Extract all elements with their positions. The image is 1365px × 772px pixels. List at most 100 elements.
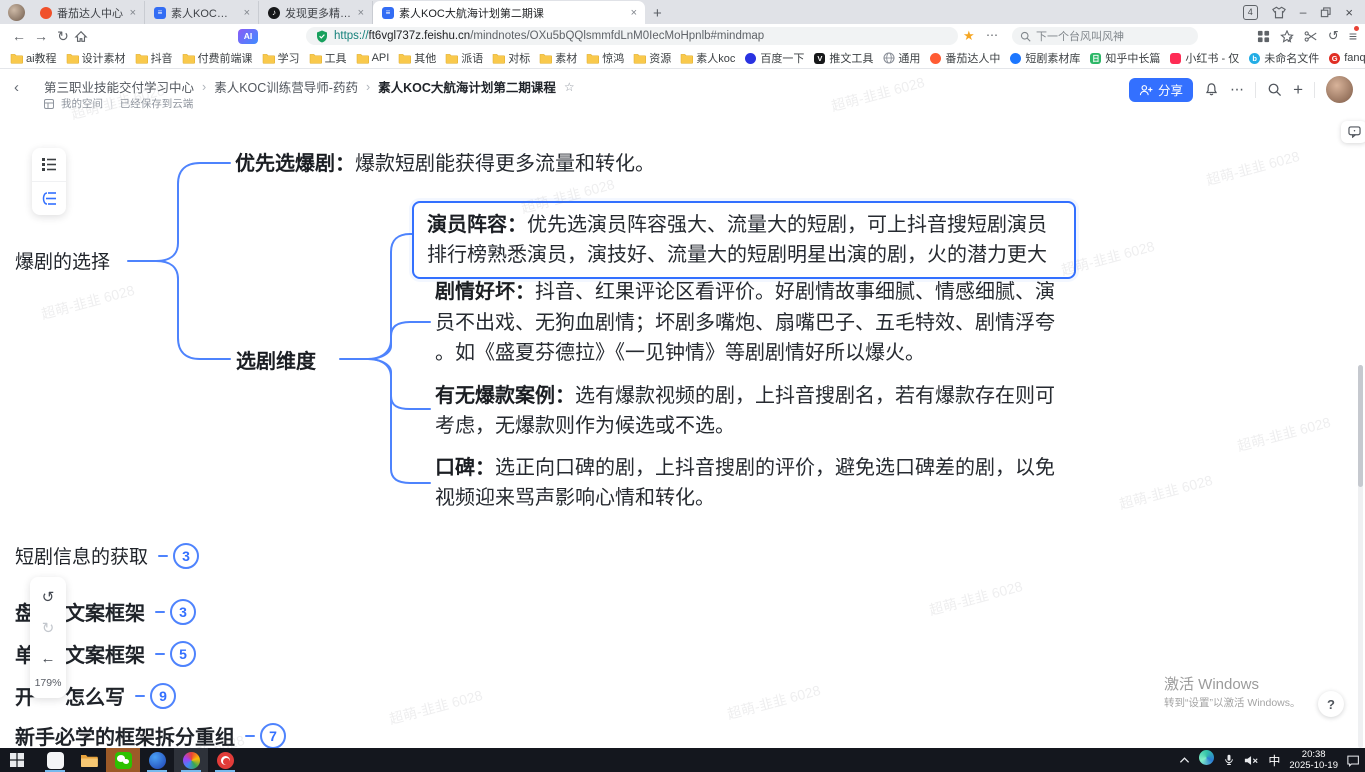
tray-microphone-icon[interactable]: [1223, 753, 1235, 767]
child-count-badge[interactable]: 7: [260, 723, 286, 749]
doc-back-icon[interactable]: ‹: [14, 79, 19, 96]
undo-icon[interactable]: ↺: [30, 581, 66, 612]
browser-tab[interactable]: ♪发现更多精彩视频 - 抖音搜索×: [259, 1, 373, 24]
bookmark-item[interactable]: 小红书 - 仅: [1167, 49, 1241, 67]
browser-profile-avatar[interactable]: [8, 4, 25, 21]
tray-ime-indicator[interactable]: 中: [1268, 752, 1280, 769]
mindmap-branch-node[interactable]: 选剧维度: [236, 345, 316, 374]
mindmap-node-info-source[interactable]: 短剧信息的获取 3: [15, 542, 199, 569]
apps-grid-icon[interactable]: [1257, 30, 1270, 43]
reload-icon[interactable]: ↻: [52, 28, 74, 45]
address-bar[interactable]: https://ft6vgl737z.feishu.cn/mindnotes/O…: [306, 27, 958, 45]
bookmark-item[interactable]: Gfanqie-no: [1326, 51, 1365, 66]
mindmap-node-reputation[interactable]: 口碑：选正向口碑的剧，上抖音搜剧的评价，避免选口碑差的剧，以免视频迎来骂声影响心…: [435, 453, 1065, 513]
child-count-badge[interactable]: 3: [173, 543, 199, 569]
favorites-edit-icon[interactable]: [1280, 30, 1294, 43]
taskbar-app-search[interactable]: [38, 748, 72, 772]
breadcrumb-item[interactable]: 素人KOC训练营导师-药药: [214, 77, 358, 96]
mindmap-node-plot[interactable]: 剧情好坏：抖音、红果评论区看评价。好剧情故事细腻、情感细腻、演员不出戏、无狗血剧…: [435, 277, 1065, 369]
child-count-badge[interactable]: 3: [170, 599, 196, 625]
taskbar-app-wechat[interactable]: [106, 748, 140, 772]
browser-tab[interactable]: ≡素人KOC大航海计划第二期课×: [145, 1, 259, 24]
bookmark-folder[interactable]: 工具: [307, 49, 349, 67]
taskbar-app-explorer[interactable]: [72, 748, 106, 772]
share-button[interactable]: 分享: [1129, 78, 1193, 102]
tray-clock[interactable]: 20:38 2025-10-19: [1289, 749, 1338, 771]
bookmark-item[interactable]: 番茄达人中: [927, 49, 1002, 67]
child-count-badge[interactable]: 9: [150, 683, 176, 709]
tab-count-badge[interactable]: 4: [1243, 5, 1258, 20]
new-tab-button[interactable]: +: [653, 5, 662, 22]
zoom-level[interactable]: 179%: [35, 674, 62, 694]
tray-edge-icon[interactable]: [1199, 750, 1214, 770]
history-undo-icon[interactable]: ↺: [1328, 28, 1339, 44]
forward-icon[interactable]: →: [30, 28, 52, 44]
mindmap-node-framework-remix[interactable]: 新手必学的框架拆分重组 7: [15, 721, 286, 748]
menu-icon[interactable]: ≡: [1349, 28, 1357, 44]
mindmap-node-priority[interactable]: 优先选爆剧：爆款短剧能获得更多流量和转化。: [235, 149, 655, 179]
bookmark-item[interactable]: b未命名文件: [1246, 49, 1321, 67]
breadcrumb-item[interactable]: 第三职业技能交付学习中心: [44, 77, 194, 96]
bookmark-item[interactable]: V推文工具: [811, 49, 875, 67]
taskbar-app-browser[interactable]: [174, 748, 208, 772]
bookmark-folder[interactable]: 惊鸿: [584, 49, 626, 67]
redo-icon[interactable]: ↻: [30, 612, 66, 643]
tray-chevron-up-icon[interactable]: [1179, 756, 1190, 764]
close-button[interactable]: ×: [1345, 6, 1353, 19]
vertical-scrollbar-thumb[interactable]: [1358, 365, 1363, 487]
bookmark-item[interactable]: 百度一下: [742, 49, 806, 67]
bookmark-item[interactable]: 日知乎中长篇: [1087, 49, 1162, 67]
browser-tab[interactable]: ≡素人KOC大航海计划第二期课×: [373, 1, 645, 24]
toolbar-search-box[interactable]: 下一个台风叫风神: [1012, 27, 1198, 45]
bookmark-folder[interactable]: 素人koc: [678, 49, 737, 67]
address-more-icon[interactable]: ⋯: [986, 28, 998, 42]
bookmark-item[interactable]: 通用: [880, 49, 922, 67]
tab-close-icon[interactable]: ×: [356, 7, 366, 19]
mindmap-node-hit-cases[interactable]: 有无爆款案例：选有爆款视频的剧，上抖音搜剧名，若有爆款存在则可考虑，无爆款则作为…: [435, 381, 1065, 441]
bookmark-folder[interactable]: 对标: [490, 49, 532, 67]
tab-close-icon[interactable]: ×: [242, 7, 252, 19]
ai-assistant-icon[interactable]: AI: [238, 29, 258, 44]
bookmark-folder[interactable]: 素材: [537, 49, 579, 67]
bookmark-folder[interactable]: 设计素材: [64, 49, 128, 67]
tray-volume-muted-icon[interactable]: [1244, 754, 1259, 767]
bookmark-folder[interactable]: 其他: [396, 49, 438, 67]
bookmark-folder[interactable]: API: [354, 51, 392, 66]
screenshot-scissors-icon[interactable]: [1304, 30, 1318, 43]
bookmark-folder[interactable]: 派语: [443, 49, 485, 67]
doc-search-icon[interactable]: [1267, 82, 1282, 97]
start-button[interactable]: [0, 748, 34, 772]
bookmark-folder[interactable]: 抖音: [133, 49, 175, 67]
outline-view-button[interactable]: [32, 148, 66, 181]
mindmap-view-button[interactable]: [32, 182, 66, 215]
back-icon[interactable]: ←: [8, 28, 30, 44]
bookmark-item[interactable]: 短剧素材库: [1007, 49, 1082, 67]
mindmap-root-node[interactable]: 爆剧的选择: [15, 247, 110, 274]
favorite-star-icon[interactable]: ☆: [564, 80, 575, 94]
tray-notification-icon[interactable]: [1347, 754, 1361, 767]
create-plus-icon[interactable]: +: [1293, 80, 1303, 100]
bookmark-folder[interactable]: ai教程: [8, 49, 59, 67]
child-count-badge[interactable]: 5: [170, 641, 196, 667]
minimize-button[interactable]: –: [1300, 6, 1307, 18]
taskbar-app-feishu[interactable]: [140, 748, 174, 772]
bookmark-star-icon[interactable]: ★: [963, 28, 975, 44]
mindmap-canvas[interactable]: 优先选爆剧：爆款短剧能获得更多流量和转化。 爆剧的选择 选剧维度 演员阵容：优先…: [0, 112, 1365, 748]
home-icon[interactable]: [74, 30, 96, 43]
user-avatar[interactable]: [1326, 76, 1353, 103]
tab-close-icon[interactable]: ×: [128, 7, 138, 19]
space-label[interactable]: 我的空间: [61, 96, 103, 111]
bookmark-folder[interactable]: 付费前端课: [180, 49, 255, 67]
help-button[interactable]: ?: [1318, 691, 1344, 717]
restore-button[interactable]: [1320, 7, 1331, 18]
notification-bell-icon[interactable]: [1204, 82, 1219, 97]
header-more-icon[interactable]: ⋯: [1230, 81, 1244, 98]
theme-shirt-icon[interactable]: [1272, 6, 1286, 19]
taskbar-app-red[interactable]: [208, 748, 242, 772]
back-to-root-icon[interactable]: ←: [30, 643, 66, 674]
tab-close-icon[interactable]: ×: [629, 7, 639, 19]
bookmark-folder[interactable]: 资源: [631, 49, 673, 67]
browser-tab[interactable]: 番茄达人中心×: [31, 1, 145, 24]
mindmap-node-cast-selected[interactable]: 演员阵容：优先选演员阵容强大、流量大的短剧，可上抖音搜短剧演员排行榜熟悉演员，演…: [412, 201, 1076, 279]
comment-panel-button[interactable]: [1341, 121, 1365, 143]
